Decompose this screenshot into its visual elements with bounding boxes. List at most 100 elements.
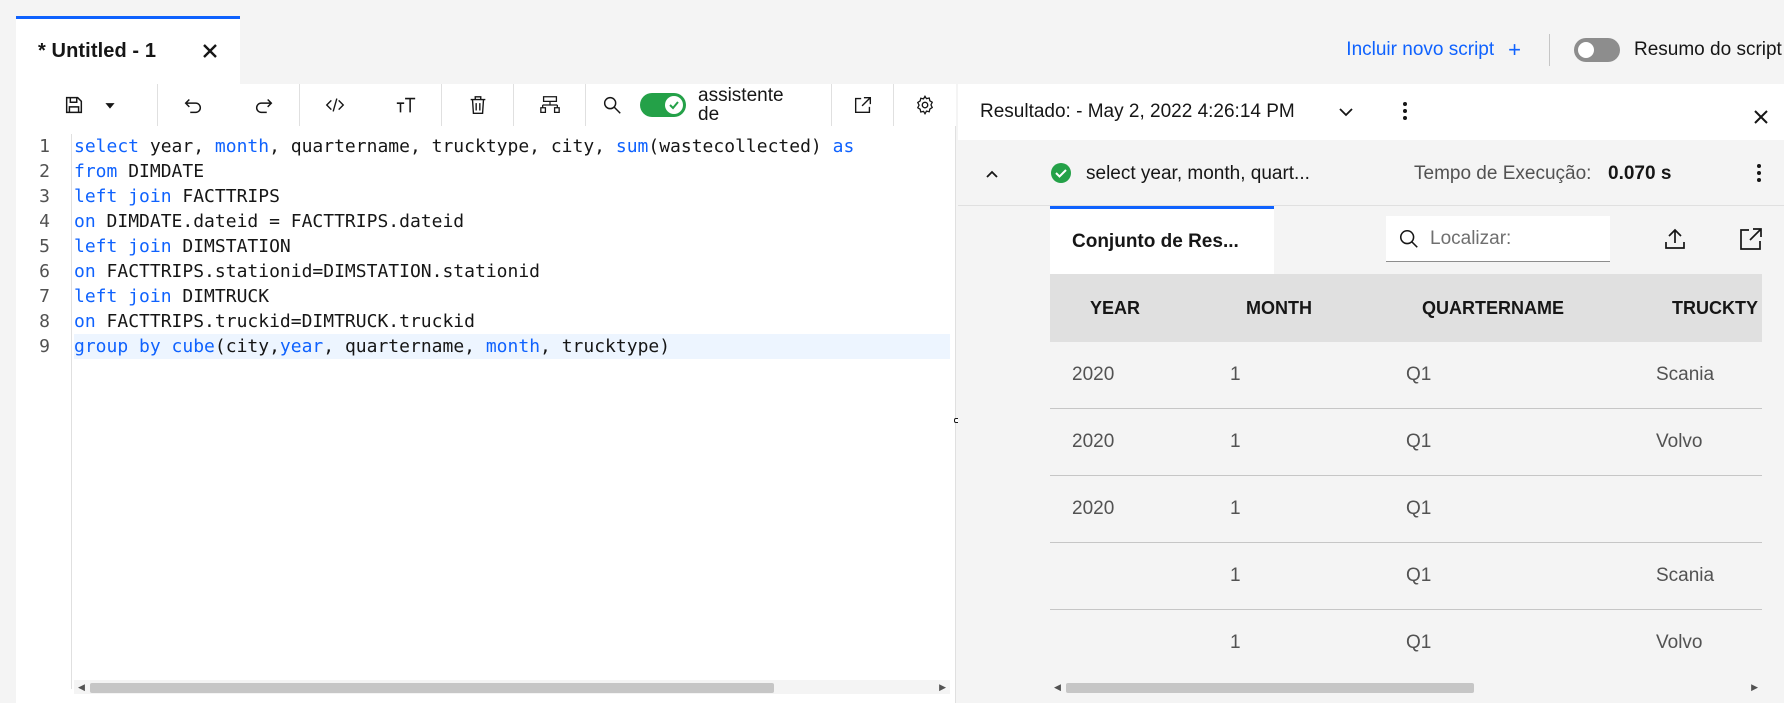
- table-row[interactable]: 2020 1 Q1: [1050, 476, 1762, 543]
- undo-icon: [184, 98, 202, 114]
- table-cell: Q1: [1406, 364, 1432, 385]
- table-cell: 1: [1230, 498, 1241, 519]
- sql-keyword: group by cube: [74, 336, 215, 357]
- results-horizontal-scrollbar[interactable]: ◀ ▶: [1050, 680, 1762, 694]
- scroll-right-arrow-icon[interactable]: ▶: [1751, 680, 1758, 694]
- explain-button[interactable]: [532, 87, 568, 123]
- table-row[interactable]: 2020 1 Q1 Scania: [1050, 342, 1762, 409]
- export-icon[interactable]: [1662, 226, 1688, 252]
- overflow-menu-icon[interactable]: [1748, 162, 1770, 184]
- scrollbar-thumb[interactable]: [90, 683, 774, 693]
- table-cell: 1: [1230, 431, 1241, 452]
- line-number: 3: [39, 186, 50, 207]
- results-header: Resultado: - May 2, 2022 4:26:14 PM: [958, 84, 1784, 140]
- launch-icon[interactable]: [1738, 226, 1764, 252]
- table-row[interactable]: 2020 1 Q1 Volvo: [1050, 409, 1762, 476]
- sql-text: FACTTRIPS: [171, 186, 280, 207]
- table-row[interactable]: 1 Q1 Scania: [1050, 543, 1762, 610]
- editor-toolbar: assistente de conteúdo: [16, 84, 956, 126]
- code-line[interactable]: on FACTTRIPS.stationid=DIMSTATION.statio…: [74, 259, 950, 284]
- summary-toggle[interactable]: [1574, 38, 1620, 62]
- result-search[interactable]: [1386, 216, 1610, 262]
- overflow-menu-icon[interactable]: [1394, 100, 1416, 122]
- add-script-link[interactable]: Incluir novo script +: [1346, 37, 1549, 63]
- column-header[interactable]: YEAR: [1090, 274, 1140, 342]
- sql-text: FACTTRIPS.truckid=DIMTRUCK.truckid: [95, 311, 475, 332]
- checkmark-icon: [669, 101, 679, 110]
- table-cell: Q1: [1406, 498, 1432, 519]
- scroll-right-arrow-icon[interactable]: ▶: [939, 680, 946, 694]
- chevron-up-icon[interactable]: [982, 164, 1002, 184]
- scroll-left-arrow-icon[interactable]: ◀: [1054, 680, 1061, 694]
- save-menu-button[interactable]: [92, 87, 128, 123]
- code-editor[interactable]: 123456789 select year, month, quarternam…: [16, 134, 956, 689]
- result-table: YEAR MONTH QUARTERNAME TRUCKTY 2020 1 Q1…: [1050, 274, 1762, 674]
- code-line[interactable]: from DIMDATE: [74, 159, 950, 184]
- save-button[interactable]: [56, 87, 92, 123]
- code-line[interactable]: on DIMDATE.dateid = FACTTRIPS.dateid: [74, 209, 950, 234]
- close-results-icon[interactable]: [1752, 108, 1770, 126]
- save-group: [56, 84, 158, 126]
- line-number: 9: [39, 336, 50, 357]
- content-assist-toggle[interactable]: [640, 93, 686, 117]
- code-line[interactable]: select year, month, quartername, truckty…: [74, 134, 950, 159]
- code-line[interactable]: left join DIMSTATION: [74, 234, 950, 259]
- editor-horizontal-scrollbar[interactable]: ◀ ▶: [74, 680, 950, 694]
- popout-group: [832, 84, 894, 126]
- column-header[interactable]: QUARTERNAME: [1422, 274, 1564, 342]
- caret-down-icon: [105, 103, 115, 109]
- code-format-button[interactable]: [317, 87, 353, 123]
- result-set-tab[interactable]: Conjunto de Res...: [1050, 206, 1274, 274]
- column-header[interactable]: MONTH: [1246, 274, 1312, 342]
- line-number: 7: [39, 286, 50, 307]
- toggle-knob: [665, 96, 683, 114]
- table-cell: Scania: [1656, 364, 1715, 385]
- text-case-button[interactable]: [388, 87, 424, 123]
- scroll-left-arrow-icon[interactable]: ◀: [78, 680, 85, 694]
- settings-button[interactable]: [907, 87, 943, 123]
- sql-keyword: year: [279, 336, 324, 357]
- code-line[interactable]: on FACTTRIPS.truckid=DIMTRUCK.truckid: [74, 309, 950, 334]
- header-actions: Incluir novo script + Resumo do script: [1346, 30, 1784, 70]
- sql-editor-pane: assistente de conteúdo 1 2 3 4 5 6 7 8 9 select …: [16, 84, 966, 703]
- sql-text: , quartername, trucktype, city,: [269, 136, 616, 157]
- execution-time-label: Tempo de Execução:: [1414, 163, 1592, 184]
- table-cell: Volvo: [1656, 632, 1703, 653]
- search-icon: [603, 96, 621, 114]
- code-line[interactable]: left join DIMTRUCK: [74, 284, 950, 309]
- sql-text: (wastecollected): [648, 136, 833, 157]
- line-number-gutter: 1 2 3 4 5 6 7 8 9: [16, 134, 72, 689]
- table-row[interactable]: 1 Q1 Volvo: [1050, 610, 1762, 674]
- code-line[interactable]: group by cube(city,year, quartername, mo…: [74, 334, 950, 359]
- settings-group: [894, 84, 956, 126]
- chevron-down-icon[interactable]: [1336, 102, 1356, 122]
- script-tab[interactable]: * Untitled - 1: [16, 16, 240, 84]
- column-header[interactable]: TRUCKTY: [1672, 274, 1758, 342]
- line-number: 1: [39, 136, 50, 157]
- launch-icon: [854, 96, 871, 114]
- sql-text: DIMDATE: [117, 161, 205, 182]
- undo-button[interactable]: [175, 87, 211, 123]
- search-input[interactable]: [1430, 227, 1600, 250]
- clear-button[interactable]: [460, 87, 496, 123]
- results-pane: Resultado: - May 2, 2022 4:26:14 PM sele…: [958, 84, 1784, 703]
- code-lines[interactable]: select year, month, quartername, truckty…: [74, 134, 950, 689]
- code-line[interactable]: left join FACTTRIPS: [74, 184, 950, 209]
- explain-group: [514, 84, 586, 126]
- line-number: 4: [39, 211, 50, 232]
- format-group: [300, 84, 442, 126]
- redo-button[interactable]: [246, 87, 282, 123]
- sql-keyword: from: [74, 161, 118, 182]
- query-result-row[interactable]: select year, month, quart... Tempo de Ex…: [958, 142, 1784, 206]
- table-header: YEAR MONTH QUARTERNAME TRUCKTY: [1050, 274, 1762, 342]
- scrollbar-thumb[interactable]: [1066, 683, 1474, 693]
- table-cell: 2020: [1072, 431, 1115, 452]
- gear-icon: [916, 95, 934, 115]
- find-button[interactable]: [594, 87, 630, 123]
- close-icon[interactable]: [198, 39, 222, 63]
- sql-text: , trucktype): [540, 336, 671, 357]
- sql-keyword: on: [74, 261, 96, 282]
- content-assist-label: assistente de conteúdo: [698, 86, 784, 124]
- open-new-window-button[interactable]: [845, 87, 881, 123]
- clear-group: [442, 84, 514, 126]
